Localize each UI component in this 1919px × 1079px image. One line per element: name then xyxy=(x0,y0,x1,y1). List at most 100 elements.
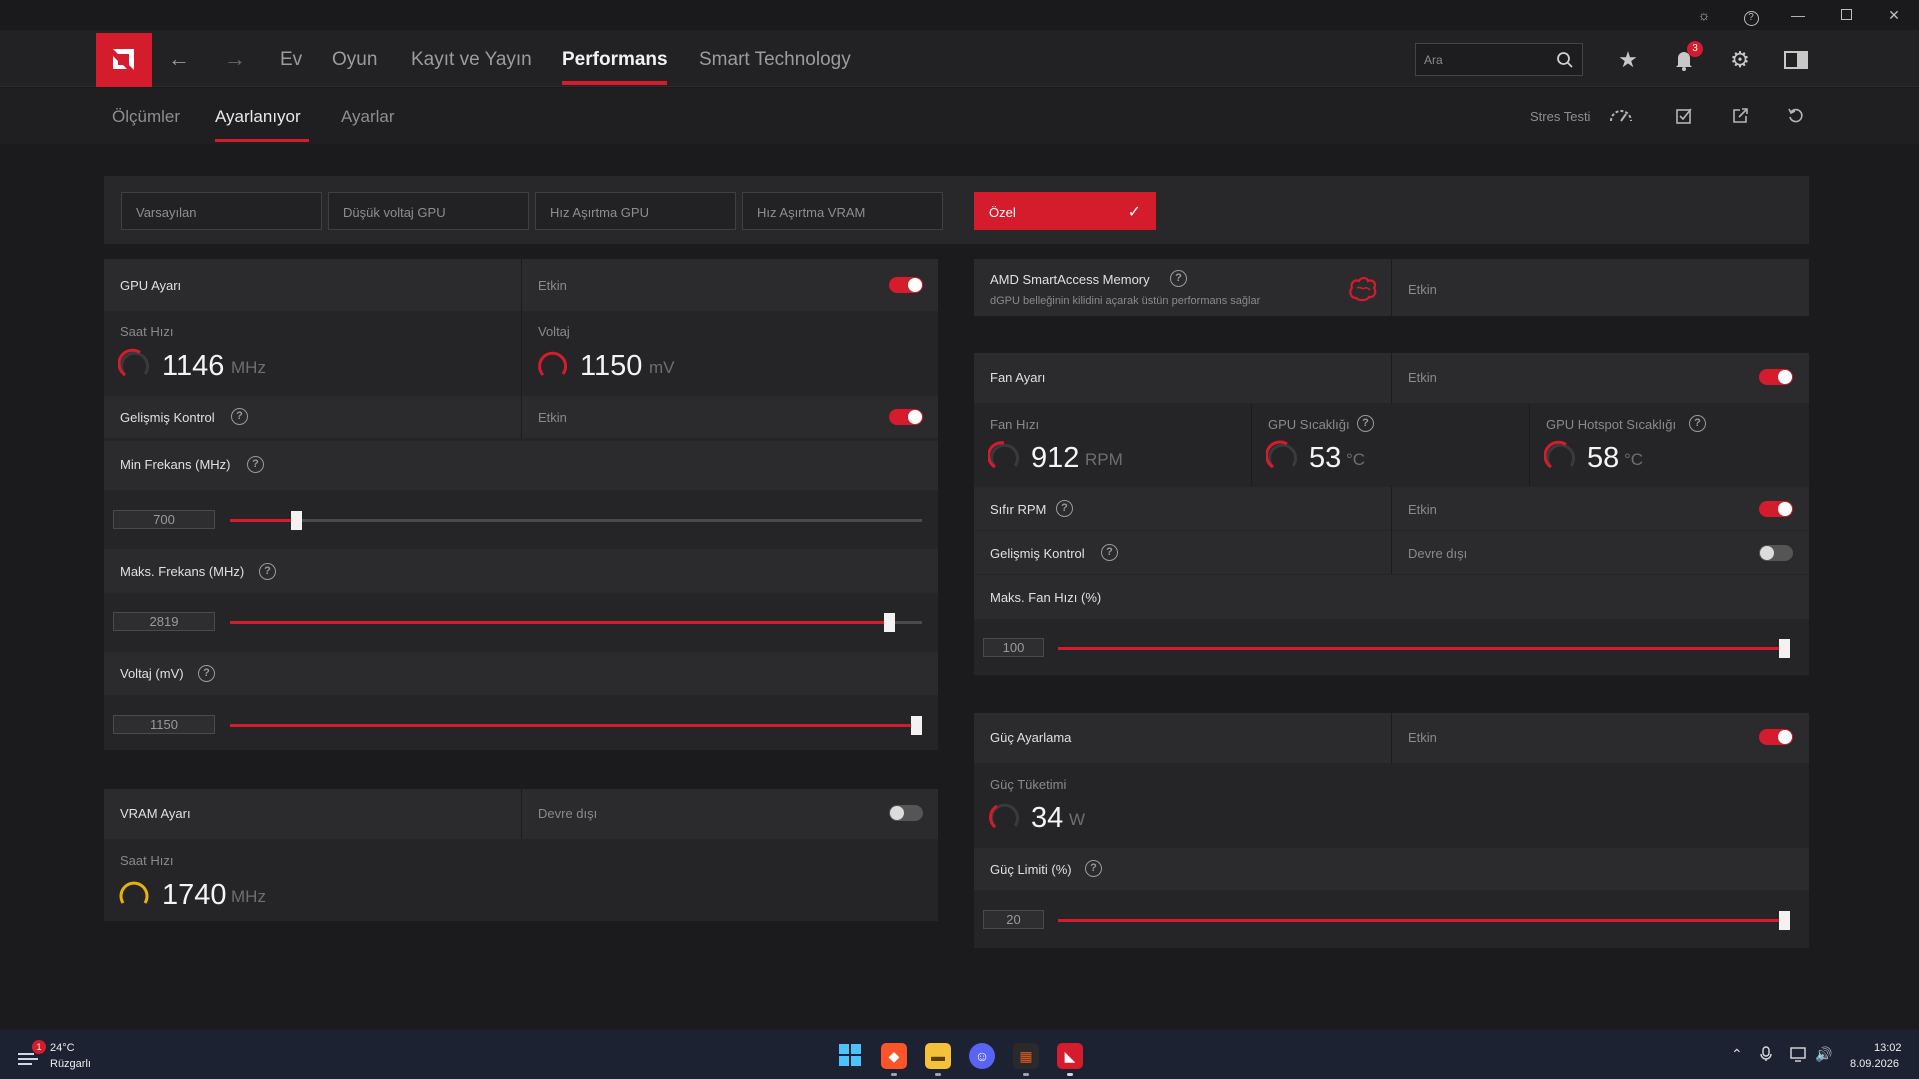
gpu-advanced-control-toggle[interactable] xyxy=(889,409,923,425)
help-icon[interactable]: ? xyxy=(1101,544,1118,561)
weather-desc[interactable]: Rüzgarlı xyxy=(50,1058,91,1070)
help-icon[interactable]: ? xyxy=(1740,4,1762,26)
slider-thumb[interactable] xyxy=(911,716,922,735)
nav-performance[interactable]: Performans xyxy=(562,49,668,71)
export-icon[interactable] xyxy=(1727,103,1753,129)
stress-test-gauge-icon[interactable] xyxy=(1608,103,1634,129)
vram-tuning-toggle[interactable] xyxy=(889,805,923,821)
reset-icon[interactable] xyxy=(1783,103,1809,129)
gpu-tuning-state: Etkin xyxy=(538,278,567,293)
zero-rpm-toggle[interactable] xyxy=(1759,501,1793,517)
apply-changes-icon[interactable] xyxy=(1671,103,1697,129)
preset-oc-vram-label: Hız Aşırtma VRAM xyxy=(757,205,866,220)
help-icon[interactable]: ? xyxy=(247,456,264,473)
close-button[interactable]: ✕ xyxy=(1883,4,1905,26)
power-tuning-toggle[interactable] xyxy=(1759,729,1793,745)
min-freq-input[interactable]: 700 xyxy=(113,510,215,529)
slider-thumb[interactable] xyxy=(1779,911,1790,930)
favorites-star-icon[interactable]: ★ xyxy=(1613,45,1643,75)
help-icon[interactable]: ? xyxy=(1085,860,1102,877)
fan-speed-unit: RPM xyxy=(1085,450,1123,469)
power-limit-input[interactable]: 20 xyxy=(983,910,1044,929)
gpu-temp-gauge-icon xyxy=(1266,440,1298,469)
voltage-slider[interactable] xyxy=(230,716,922,735)
forward-arrow-icon[interactable]: → xyxy=(224,46,246,72)
preset-default[interactable]: Varsayılan xyxy=(121,192,322,230)
tray-overflow-chevron-icon[interactable]: ⌃ xyxy=(1731,1046,1743,1063)
max-fan-speed-input[interactable]: 100 xyxy=(983,638,1044,657)
help-icon[interactable]: ? xyxy=(1689,415,1706,432)
preset-undervolt-label: Düşük voltaj GPU xyxy=(343,205,446,220)
weather-badge: 1 xyxy=(32,1040,46,1054)
max-freq-input[interactable]: 2819 xyxy=(113,612,215,631)
tab-metrics[interactable]: Ölçümler xyxy=(112,107,180,127)
settings-gear-icon[interactable]: ⚙ xyxy=(1725,45,1755,75)
help-icon[interactable]: ? xyxy=(1170,270,1187,287)
file-explorer-icon[interactable]: ▬ xyxy=(925,1043,951,1069)
slider-fill xyxy=(230,519,296,522)
gpu-clock-value: 1146 xyxy=(162,350,225,382)
app-running-indicator xyxy=(1067,1073,1073,1076)
search-box[interactable] xyxy=(1415,43,1583,76)
microphone-icon[interactable] xyxy=(1760,1046,1772,1065)
preset-custom[interactable]: Özel ✓ xyxy=(974,192,1156,230)
minimize-button[interactable]: — xyxy=(1787,4,1809,26)
power-limit-slider[interactable] xyxy=(1058,911,1790,930)
back-arrow-icon[interactable]: ← xyxy=(168,46,190,72)
help-icon[interactable]: ? xyxy=(231,408,248,425)
search-input[interactable] xyxy=(1424,51,1544,69)
app-running-indicator xyxy=(891,1073,897,1076)
max-fan-speed-slider[interactable] xyxy=(1058,639,1790,658)
help-icon[interactable]: ? xyxy=(1056,500,1073,517)
nav-home[interactable]: Ev xyxy=(280,49,302,71)
slider-fill xyxy=(230,724,916,727)
checkmark-icon: ✓ xyxy=(1127,204,1141,221)
volume-icon[interactable]: 🔊 xyxy=(1815,1046,1832,1063)
max-freq-slider[interactable] xyxy=(230,613,922,632)
divider xyxy=(1251,404,1252,486)
hotspot-temp-value: 58 xyxy=(1587,442,1620,474)
brave-browser-icon[interactable]: ◆ xyxy=(881,1043,907,1069)
preset-overclock-vram[interactable]: Hız Aşırtma VRAM xyxy=(742,192,943,230)
bug-report-icon[interactable]: ☼ xyxy=(1693,4,1715,26)
game-app-icon[interactable]: ▦ xyxy=(1013,1043,1039,1069)
divider xyxy=(521,396,522,438)
sidebar-panel-icon[interactable] xyxy=(1781,45,1811,75)
min-freq-slider[interactable] xyxy=(230,511,922,530)
power-consumption-label: Güç Tüketimi xyxy=(990,777,1067,792)
stress-test-label[interactable]: Stres Testi xyxy=(1530,109,1590,124)
hotspot-temp-gauge-icon xyxy=(1544,440,1576,469)
tab-tuning[interactable]: Ayarlanıyor xyxy=(215,107,301,127)
tab-settings[interactable]: Ayarlar xyxy=(341,107,395,127)
slider-thumb[interactable] xyxy=(884,613,895,632)
amd-software-taskbar-icon[interactable]: ◣ xyxy=(1057,1043,1083,1069)
help-icon[interactable]: ? xyxy=(1357,415,1374,432)
gpu-tuning-toggle[interactable] xyxy=(889,277,923,293)
app-running-indicator xyxy=(1023,1073,1029,1076)
help-icon[interactable]: ? xyxy=(259,563,276,580)
amd-logo[interactable] xyxy=(96,33,152,87)
nav-gaming[interactable]: Oyun xyxy=(332,49,377,71)
gpu-temp-unit: °C xyxy=(1346,450,1366,469)
help-icon[interactable]: ? xyxy=(198,665,215,682)
voltage-input[interactable]: 1150 xyxy=(113,715,215,734)
network-icon[interactable] xyxy=(1790,1046,1808,1065)
fan-advanced-control-toggle[interactable] xyxy=(1759,545,1793,561)
vram-tuning-state: Devre dışı xyxy=(538,806,598,821)
discord-icon[interactable]: ☺ xyxy=(969,1043,995,1069)
clock-date[interactable]: 8.09.2026 xyxy=(1850,1058,1899,1070)
windows-start-icon[interactable] xyxy=(837,1043,863,1069)
clock-time[interactable]: 13:02 xyxy=(1874,1042,1902,1054)
power-consumption-gauge-icon xyxy=(989,803,1020,829)
preset-undervolt-gpu[interactable]: Düşük voltaj GPU xyxy=(328,192,529,230)
fan-tuning-toggle[interactable] xyxy=(1759,369,1793,385)
weather-temp[interactable]: 24°C xyxy=(50,1042,75,1054)
search-icon[interactable] xyxy=(1556,51,1574,69)
nav-smart-technology[interactable]: Smart Technology xyxy=(699,49,851,71)
nav-record-stream[interactable]: Kayıt ve Yayın xyxy=(411,49,532,71)
slider-thumb[interactable] xyxy=(291,511,302,530)
slider-thumb[interactable] xyxy=(1779,639,1790,658)
sam-state: Etkin xyxy=(1408,282,1437,297)
maximize-button[interactable] xyxy=(1835,4,1857,26)
preset-overclock-gpu[interactable]: Hız Aşırtma GPU xyxy=(535,192,736,230)
